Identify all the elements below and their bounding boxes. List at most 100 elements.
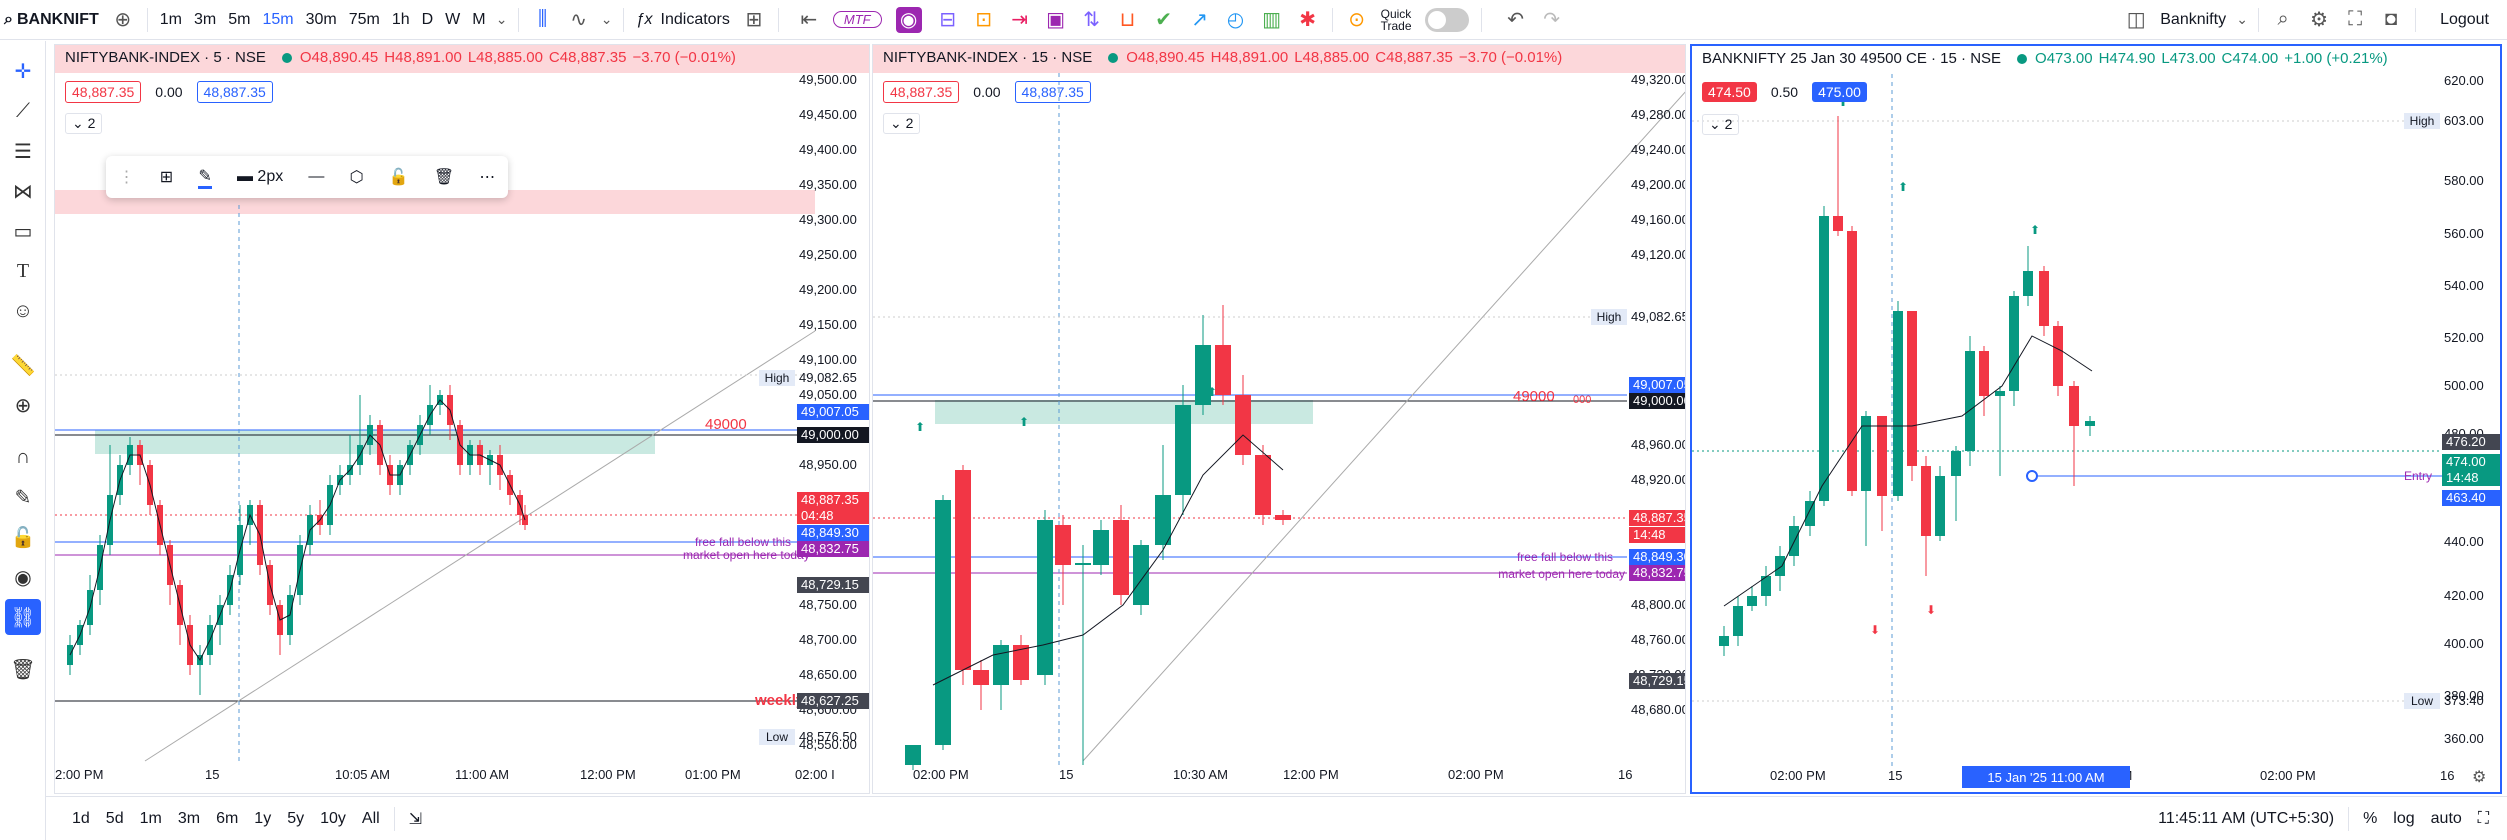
crosshair-icon[interactable]: ✛: [5, 53, 41, 89]
template-icon[interactable]: ⊞: [160, 167, 173, 187]
zoom-search-icon[interactable]: ⌕: [2265, 2, 2301, 38]
exit-icon[interactable]: ⇥: [1002, 2, 1038, 38]
range-5y[interactable]: 5y: [279, 810, 312, 828]
chart-pane-2[interactable]: ⬆ ⬆ ⬆ 49000 000 free fall below this market op…: [872, 44, 1686, 794]
gear-icon[interactable]: ⚙: [2301, 2, 2337, 38]
tf-15m[interactable]: 15m: [256, 0, 299, 40]
collapse-indicators-button[interactable]: ⌄ 2: [65, 113, 103, 134]
buy-button[interactable]: 48,887.35: [196, 81, 273, 103]
fullscreen-icon[interactable]: ⛶: [2337, 2, 2373, 38]
buy-button[interactable]: 475.00: [1812, 82, 1867, 102]
clock-chart-icon[interactable]: ◴: [1218, 2, 1254, 38]
quick-trade-toggle[interactable]: Quick Trade: [1375, 0, 1475, 40]
log-toggle[interactable]: log: [2385, 810, 2422, 828]
range-all[interactable]: All: [354, 810, 388, 828]
camera-icon[interactable]: ◘: [2373, 2, 2409, 38]
pane3-title[interactable]: BANKNIFTY 25 Jan 30 49500 CE · 15 · NSE: [1702, 50, 2001, 67]
tf-75m[interactable]: 75m: [343, 0, 386, 40]
pane2-title[interactable]: NIFTYBANK-INDEX · 15 · NSE: [883, 49, 1092, 66]
chevron-down-icon[interactable]: ⌄: [492, 2, 512, 38]
tf-m[interactable]: M: [466, 0, 491, 40]
sort-icon[interactable]: ⇅: [1074, 2, 1110, 38]
fib-icon[interactable]: ☰: [5, 133, 41, 169]
scanner-icon[interactable]: ◉: [895, 6, 922, 33]
range-10y[interactable]: 10y: [312, 810, 354, 828]
collapse-indicators-button[interactable]: ⌄ 2: [883, 113, 921, 134]
bar-chart-icon[interactable]: ▥: [1254, 2, 1290, 38]
pane1-title[interactable]: NIFTYBANK-INDEX · 5 · NSE: [65, 49, 266, 66]
strategy-icon[interactable]: ⊡: [966, 2, 1002, 38]
chevron-down-icon[interactable]: ⌄: [597, 2, 617, 38]
chart-canvas-3[interactable]: Entry⬆⬆⬆⬇⬇620.00580.00560.00540.00520.00…: [1692, 46, 2500, 792]
brush-icon[interactable]: ▭: [5, 213, 41, 249]
user-card-icon[interactable]: ▣: [1038, 2, 1074, 38]
collapse-indicators-button[interactable]: ⌄ 2: [1702, 114, 1740, 135]
ruler-icon[interactable]: 📏: [5, 347, 41, 383]
range-5d[interactable]: 5d: [98, 810, 132, 828]
line-style-icon[interactable]: —: [308, 168, 324, 186]
add-symbol-icon[interactable]: ⊕: [105, 2, 141, 38]
trash-icon[interactable]: 🗑: [434, 167, 454, 187]
badge-icon[interactable]: ✱: [1290, 2, 1326, 38]
line-chart-icon[interactable]: ∿: [561, 2, 597, 38]
range-3m[interactable]: 3m: [170, 810, 208, 828]
layout-icon[interactable]: ◫: [2118, 2, 2154, 38]
line-width-button[interactable]: ▬ 2px: [237, 168, 283, 186]
tf-w[interactable]: W: [439, 0, 466, 40]
magnet-icon[interactable]: ∩: [5, 439, 41, 475]
toggle-switch[interactable]: [1424, 7, 1469, 32]
lock-icon[interactable]: 🔓: [389, 167, 409, 187]
templates-icon[interactable]: ⊞: [736, 2, 772, 38]
mtf-button[interactable]: MTF: [827, 0, 888, 40]
logout-button[interactable]: Logout: [2422, 0, 2507, 40]
back-icon[interactable]: ⇤: [791, 2, 827, 38]
trend-icon[interactable]: ↗: [1182, 2, 1218, 38]
goto-date-icon[interactable]: ⇲: [401, 809, 430, 829]
link-icon[interactable]: ⛓: [5, 599, 41, 635]
lock-icon[interactable]: 🔓: [5, 519, 41, 555]
settings-icon[interactable]: ⬡: [350, 167, 364, 187]
pencil-lock-icon[interactable]: ✎: [5, 479, 41, 515]
range-1m[interactable]: 1m: [132, 810, 170, 828]
camera-toggle-icon[interactable]: ⊙: [1339, 2, 1375, 38]
tf-3m[interactable]: 3m: [188, 0, 222, 40]
trendline-icon[interactable]: ⟋: [5, 93, 41, 129]
buy-button[interactable]: 48,887.35: [1014, 81, 1091, 103]
tf-5m[interactable]: 5m: [222, 0, 256, 40]
options-chain-icon[interactable]: ⊟: [930, 2, 966, 38]
clock-label[interactable]: 11:45:11 AM (UTC+5:30): [2150, 810, 2342, 828]
redo-icon[interactable]: ↷: [1534, 2, 1570, 38]
layout-name[interactable]: Banknifty: [2154, 0, 2232, 40]
emoji-icon[interactable]: ☺: [5, 293, 41, 329]
range-1y[interactable]: 1y: [246, 810, 279, 828]
eye-icon[interactable]: ◉: [5, 559, 41, 595]
sell-button[interactable]: 474.50: [1702, 82, 1757, 102]
range-6m[interactable]: 6m: [208, 810, 246, 828]
text-icon[interactable]: T: [5, 253, 41, 289]
undo-icon[interactable]: ↶: [1498, 2, 1534, 38]
pattern-icon[interactable]: ⋈: [5, 173, 41, 209]
percent-toggle[interactable]: %: [2355, 810, 2385, 828]
auto-toggle[interactable]: auto: [2423, 810, 2470, 828]
basket-icon[interactable]: ⊔: [1110, 2, 1146, 38]
shield-check-icon[interactable]: ✔: [1146, 2, 1182, 38]
chevron-down-icon[interactable]: ⌄: [2232, 2, 2252, 38]
tf-1h[interactable]: 1h: [386, 0, 416, 40]
tf-30m[interactable]: 30m: [300, 0, 343, 40]
sell-button[interactable]: 48,887.35: [883, 81, 960, 103]
chart-pane-3[interactable]: Entry ⬆ ⬆ ⬆ ⬇ ⬇ 620.00 580.00 560.00 540.00 520.00…: [1690, 44, 2502, 794]
fullscreen-icon[interactable]: ⛶: [2470, 810, 2497, 828]
tf-1m[interactable]: 1m: [154, 0, 188, 40]
zoom-icon[interactable]: ⊕: [5, 387, 41, 423]
symbol-search[interactable]: ⌕ BANKNIFT: [0, 0, 105, 40]
chart-canvas-2[interactable]: ⬆ ⬆ ⬆ 49000 000 free fall below this market op…: [873, 45, 1686, 794]
indicators-button[interactable]: ƒx Indicators: [630, 0, 736, 40]
tf-d[interactable]: D: [416, 0, 440, 40]
range-1d[interactable]: 1d: [64, 810, 98, 828]
more-icon[interactable]: ⋯: [479, 167, 495, 187]
drag-handle-icon[interactable]: ⋮: [119, 167, 135, 187]
trash-icon[interactable]: 🗑: [5, 651, 41, 687]
candles-icon[interactable]: ⫼: [525, 2, 561, 38]
sell-button[interactable]: 48,887.35: [65, 81, 142, 103]
pencil-icon[interactable]: ✎: [198, 166, 212, 189]
